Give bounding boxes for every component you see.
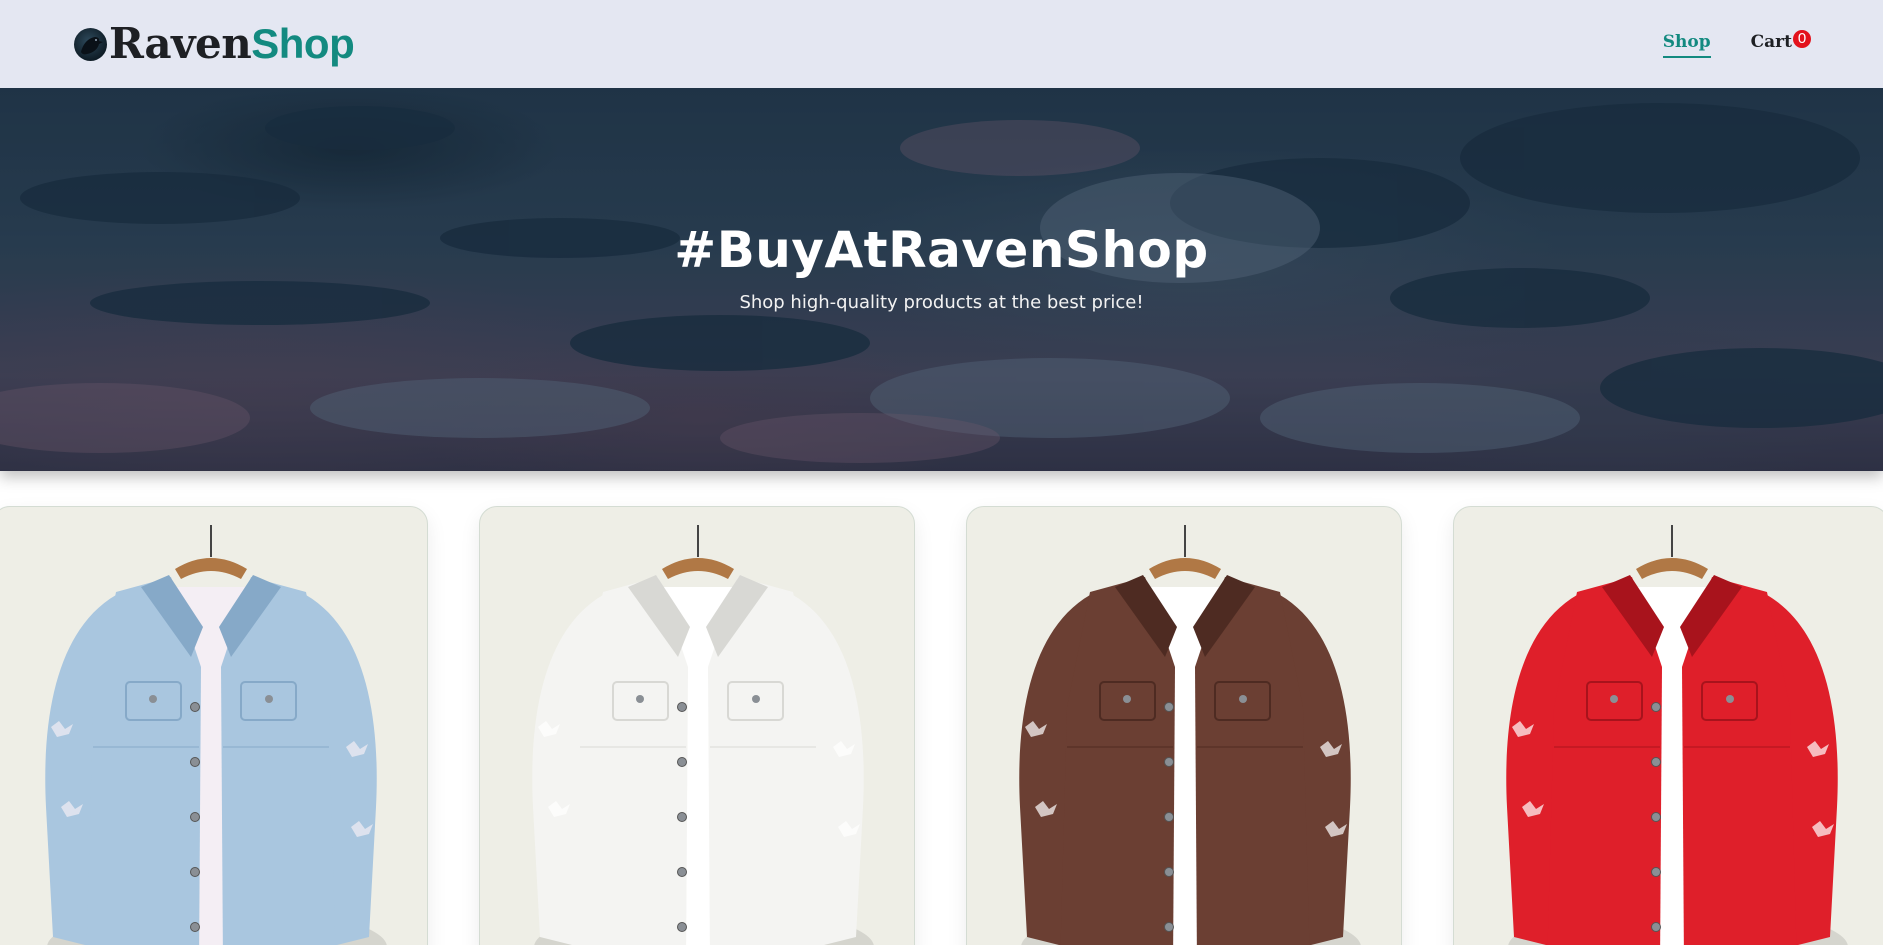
product-image-red-denim-jacket [1506,525,1848,945]
product-image-brown-denim-jacket [1019,525,1361,945]
logo-wordmark: RavenShop [109,20,355,67]
product-card[interactable] [966,506,1402,945]
raven-logo-icon [74,27,107,61]
site-header: RavenShop Shop Cart 0 [0,0,1883,88]
cart-count-badge: 0 [1793,30,1811,48]
logo-raven-text: Raven [109,19,252,68]
hero-subtitle: Shop high-quality products at the best p… [739,292,1144,313]
product-card[interactable] [1453,506,1883,945]
product-image-light-blue-denim-jacket [45,525,387,945]
product-image-white-denim-jacket [532,525,874,945]
hero-banner: #BuyAtRavenShop Shop high-quality produc… [0,88,1883,471]
cart-label: Cart [1750,32,1792,52]
logo-link[interactable]: RavenShop [74,20,355,67]
hero-title: #BuyAtRavenShop [674,221,1209,279]
nav-cart-link[interactable]: Cart 0 [1750,30,1811,56]
logo-shop-text: Shop [251,20,355,67]
nav-shop-link[interactable]: Shop [1662,32,1711,58]
product-card[interactable] [479,506,915,945]
sky-background-image [0,88,1883,471]
product-grid [0,471,1883,945]
main-nav: Shop Cart 0 [1662,30,1811,58]
product-card[interactable] [0,506,428,945]
